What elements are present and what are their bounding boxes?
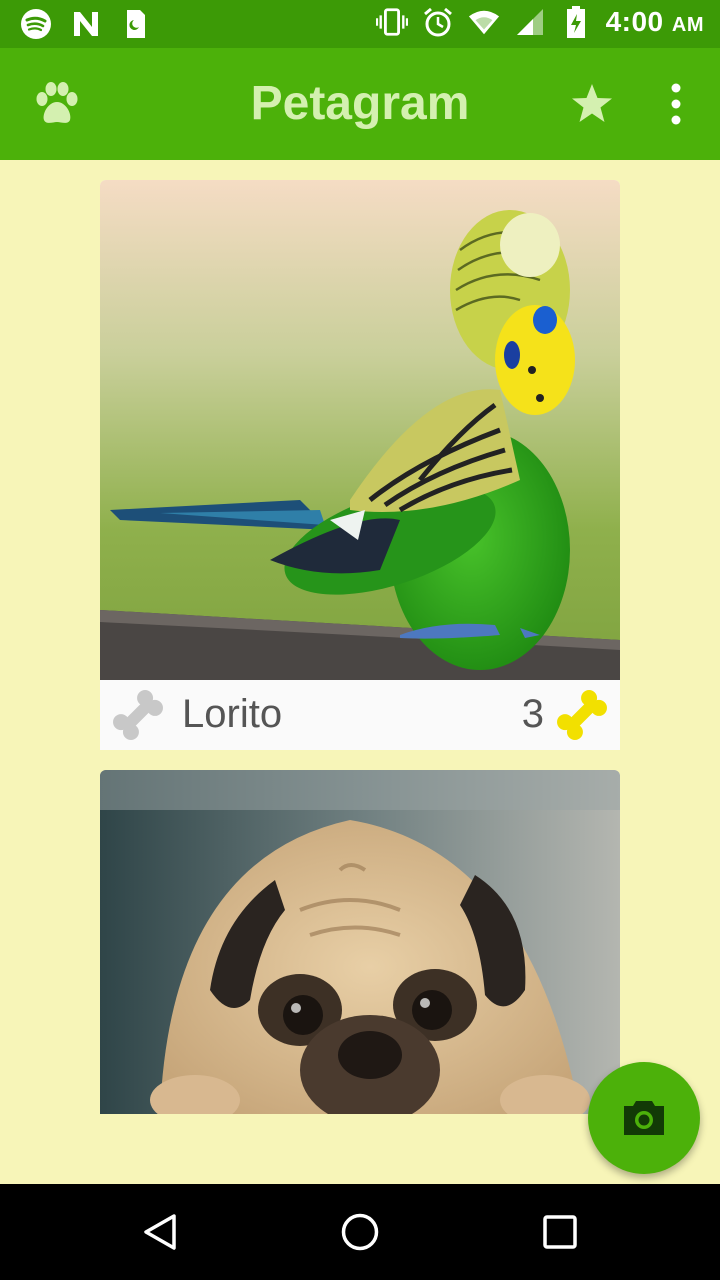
- pet-card[interactable]: [100, 770, 620, 1114]
- clock: 4:00 AM: [606, 6, 704, 38]
- pet-info-bar: Lorito 3: [100, 680, 620, 750]
- vibrate-icon: [375, 6, 408, 38]
- star-icon[interactable]: [570, 82, 614, 126]
- home-icon[interactable]: [340, 1212, 380, 1252]
- signal-icon: [514, 6, 546, 38]
- wifi-icon: [468, 6, 500, 38]
- likes-count: 3: [521, 692, 544, 736]
- bone-rate-icon[interactable]: [110, 688, 166, 742]
- pug-dog-photo: [100, 770, 620, 1114]
- system-nav-bar: [0, 1184, 720, 1280]
- camera-fab-button[interactable]: [588, 1062, 700, 1174]
- paw-icon[interactable]: [34, 82, 80, 126]
- budgie-parrot-photo: [100, 180, 620, 680]
- bone-likes-icon: [557, 690, 607, 740]
- spotify-icon: [20, 8, 52, 40]
- camera-icon: [624, 1101, 664, 1135]
- pet-card[interactable]: Lorito 3: [100, 180, 620, 750]
- status-bar: 4:00 AM: [0, 0, 720, 48]
- back-icon[interactable]: [140, 1212, 180, 1252]
- battery-charging-icon: [560, 6, 592, 38]
- clock-time: 4:00: [605, 6, 664, 37]
- n-app-icon: [70, 8, 102, 40]
- more-vert-icon[interactable]: [660, 82, 692, 126]
- clock-ampm: AM: [671, 14, 704, 36]
- alarm-icon: [422, 6, 454, 38]
- pet-name: Lorito: [182, 692, 283, 736]
- sim-notification-icon: [120, 8, 152, 40]
- app-bar: Petagram: [0, 48, 720, 160]
- recents-icon[interactable]: [542, 1214, 578, 1250]
